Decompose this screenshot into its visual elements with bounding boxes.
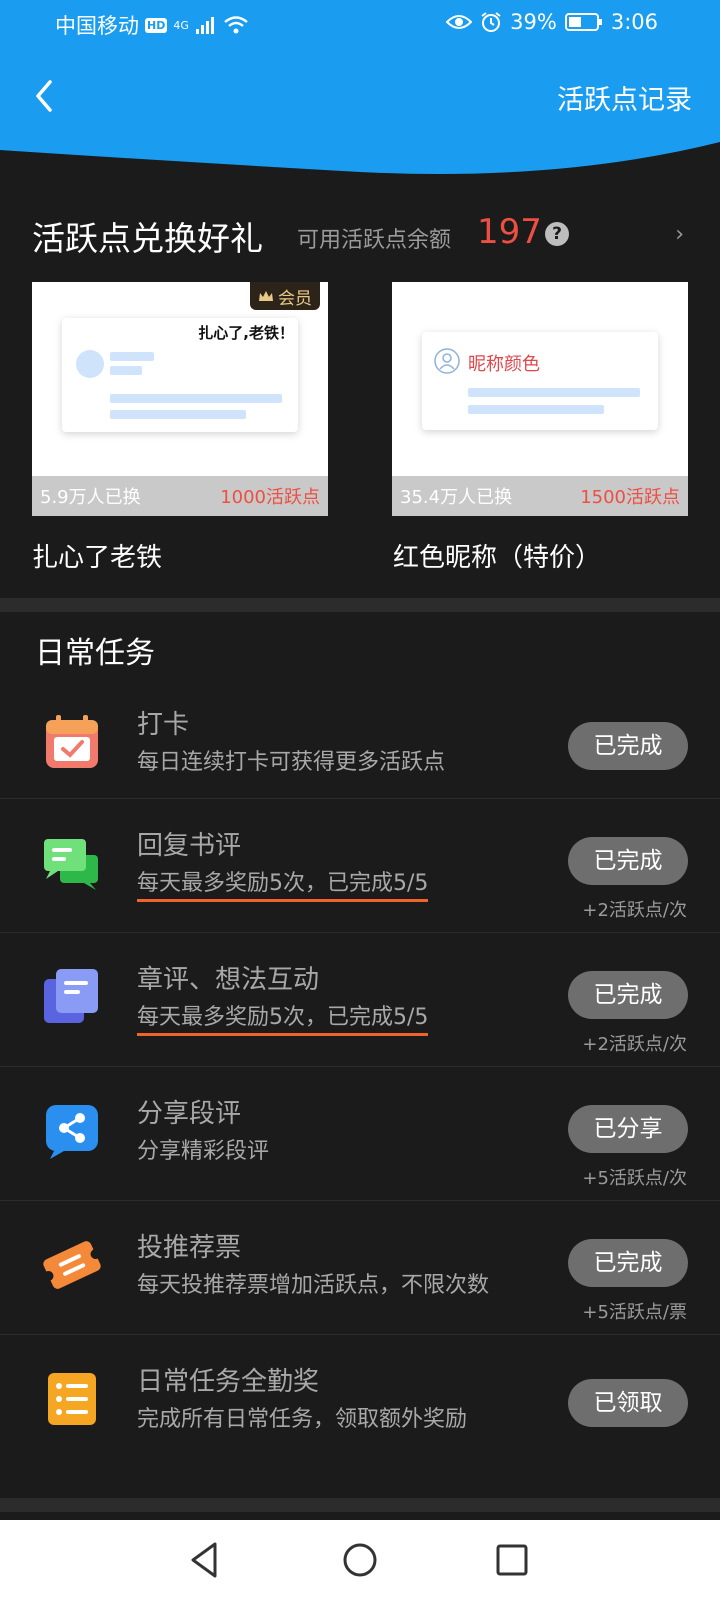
card-footer: 35.4万人已换 1500活跃点 <box>392 476 688 516</box>
preview-mockup: 扎心了,老铁！ <box>62 318 298 432</box>
status-bar: 中国移动 HD 4G 39% 3:06 <box>0 10 720 40</box>
task-title: 打卡 <box>137 710 190 740</box>
task-status-button[interactable]: 已完成 <box>568 837 688 885</box>
carrier-name: 中国移动 <box>55 14 139 38</box>
vip-tag-label: 会员 <box>278 288 312 309</box>
daily-tasks-section: 日常任务 打卡 每日连续打卡可获得更多活跃点 已完成 回复书评 每天最多奖励5次… <box>0 612 720 1498</box>
preview-mockup: 昵称颜色 <box>422 332 658 430</box>
header: 中国移动 HD 4G 39% 3:06 活跃点记录 <box>0 0 720 180</box>
task-desc: 完成所有日常任务，领取额外奖励 <box>137 1407 468 1432</box>
task-row-full-attendance: 日常任务全勤奖 完成所有日常任务，领取额外奖励 已领取 <box>0 1334 720 1470</box>
task-title: 投推荐票 <box>137 1233 242 1263</box>
crown-icon <box>259 291 273 301</box>
placeholder-bar <box>110 410 246 419</box>
reward-card-red-nickname[interactable]: 昵称颜色 35.4万人已换 1500活跃点 <box>392 282 688 516</box>
reward-card-laotie[interactable]: 扎心了,老铁！ 会员 5.9万人已换 1000活跃点 <box>32 282 328 516</box>
task-title: 回复书评 <box>137 831 242 861</box>
task-desc: 每天最多奖励5次，已完成5/5 <box>137 865 429 902</box>
section-divider <box>0 1498 720 1512</box>
task-status-button[interactable]: 已完成 <box>568 722 688 770</box>
wifi-icon <box>224 16 248 34</box>
app-screen: 中国移动 HD 4G 39% 3:06 活跃点记录 活跃点兑换好礼 可用活跃点余… <box>0 0 720 1600</box>
tasks-title: 日常任务 <box>35 636 155 671</box>
balance-label: 可用活跃点余额 <box>297 228 452 253</box>
task-title: 章评、想法互动 <box>137 965 320 995</box>
chat-bubble-icon <box>44 839 98 890</box>
battery-icon <box>564 13 602 31</box>
task-status-button[interactable]: 已领取 <box>568 1379 688 1427</box>
chevron-right-icon[interactable]: › <box>675 222 684 247</box>
alarm-icon <box>481 12 501 32</box>
reward-name[interactable]: 红色昵称（特价） <box>393 537 601 574</box>
task-row-reply-review: 回复书评 每天最多奖励5次，已完成5/5 已完成 +2活跃点/次 <box>0 798 720 934</box>
ticket-icon <box>43 1241 101 1289</box>
status-left: 中国移动 HD 4G <box>55 10 249 40</box>
nav-home-icon[interactable] <box>338 1538 382 1582</box>
task-reward: +5活跃点/次 <box>582 1168 687 1189</box>
exchange-section: 活跃点兑换好礼 可用活跃点余额 197 ? › 扎心了,老铁！ 会员 5.9万人 <box>0 180 720 598</box>
help-icon[interactable]: ? <box>545 222 569 246</box>
placeholder-bar <box>110 366 142 375</box>
task-status-button[interactable]: 已分享 <box>568 1105 688 1153</box>
task-desc: 每天投推荐票增加活跃点，不限次数 <box>137 1273 490 1298</box>
avatar-placeholder <box>76 350 104 378</box>
activity-record-link[interactable]: 活跃点记录 <box>557 78 692 117</box>
section-divider <box>0 598 720 612</box>
user-icon <box>434 348 460 374</box>
card-footer: 5.9万人已换 1000活跃点 <box>32 476 328 516</box>
balance-value: 197 <box>477 212 542 252</box>
task-row-chapter-comment: 章评、想法互动 每天最多奖励5次，已完成5/5 已完成 +2活跃点/次 <box>0 932 720 1068</box>
battery-percent: 39% <box>510 10 557 34</box>
task-row-checkin: 打卡 每日连续打卡可获得更多活跃点 已完成 <box>0 678 720 814</box>
task-reward: +2活跃点/次 <box>582 900 687 921</box>
task-row-recommend-ticket: 投推荐票 每天投推荐票增加活跃点，不限次数 已完成 +5活跃点/票 <box>0 1200 720 1336</box>
document-icon <box>44 969 98 1023</box>
network-type: 4G <box>173 18 189 32</box>
back-arrow-icon[interactable] <box>30 76 60 116</box>
eye-icon <box>446 15 473 29</box>
status-right: 39% 3:06 <box>446 10 658 34</box>
system-nav-bar <box>0 1520 720 1600</box>
placeholder-bar <box>110 352 154 361</box>
clock-time: 3:06 <box>610 10 658 34</box>
task-desc: 分享精彩段评 <box>137 1139 270 1164</box>
vip-tag: 会员 <box>250 282 320 310</box>
task-title: 日常任务全勤奖 <box>137 1367 320 1397</box>
exchange-title: 活跃点兑换好礼 <box>32 219 263 258</box>
share-icon <box>46 1105 98 1159</box>
exchange-count: 5.9万人已换 <box>40 487 141 508</box>
task-desc: 每日连续打卡可获得更多活跃点 <box>137 750 446 775</box>
task-status-button[interactable]: 已完成 <box>568 971 688 1019</box>
placeholder-bar <box>468 388 640 397</box>
hd-badge: HD <box>145 17 168 33</box>
exchange-count: 35.4万人已换 <box>400 487 513 508</box>
task-row-share: 分享段评 分享精彩段评 已分享 +5活跃点/次 <box>0 1066 720 1202</box>
exchange-cost: 1000活跃点 <box>220 487 320 508</box>
task-reward: +2活跃点/次 <box>582 1034 687 1055</box>
task-title: 分享段评 <box>137 1099 242 1129</box>
calendar-icon <box>46 715 98 768</box>
task-desc: 每天最多奖励5次，已完成5/5 <box>137 999 429 1036</box>
reward-name[interactable]: 扎心了老铁 <box>32 537 162 574</box>
nav-back-icon[interactable] <box>183 1538 227 1582</box>
placeholder-bar <box>110 394 282 403</box>
task-reward: +5活跃点/票 <box>582 1302 687 1323</box>
list-icon <box>48 1373 96 1425</box>
task-status-button[interactable]: 已完成 <box>568 1239 688 1287</box>
signal-icon <box>195 17 214 34</box>
preview-text: 昵称颜色 <box>468 354 540 375</box>
exchange-cost: 1500活跃点 <box>580 487 680 508</box>
placeholder-bar <box>468 405 604 414</box>
preview-text: 扎心了,老铁！ <box>198 324 294 342</box>
nav-recents-icon[interactable] <box>490 1538 534 1582</box>
